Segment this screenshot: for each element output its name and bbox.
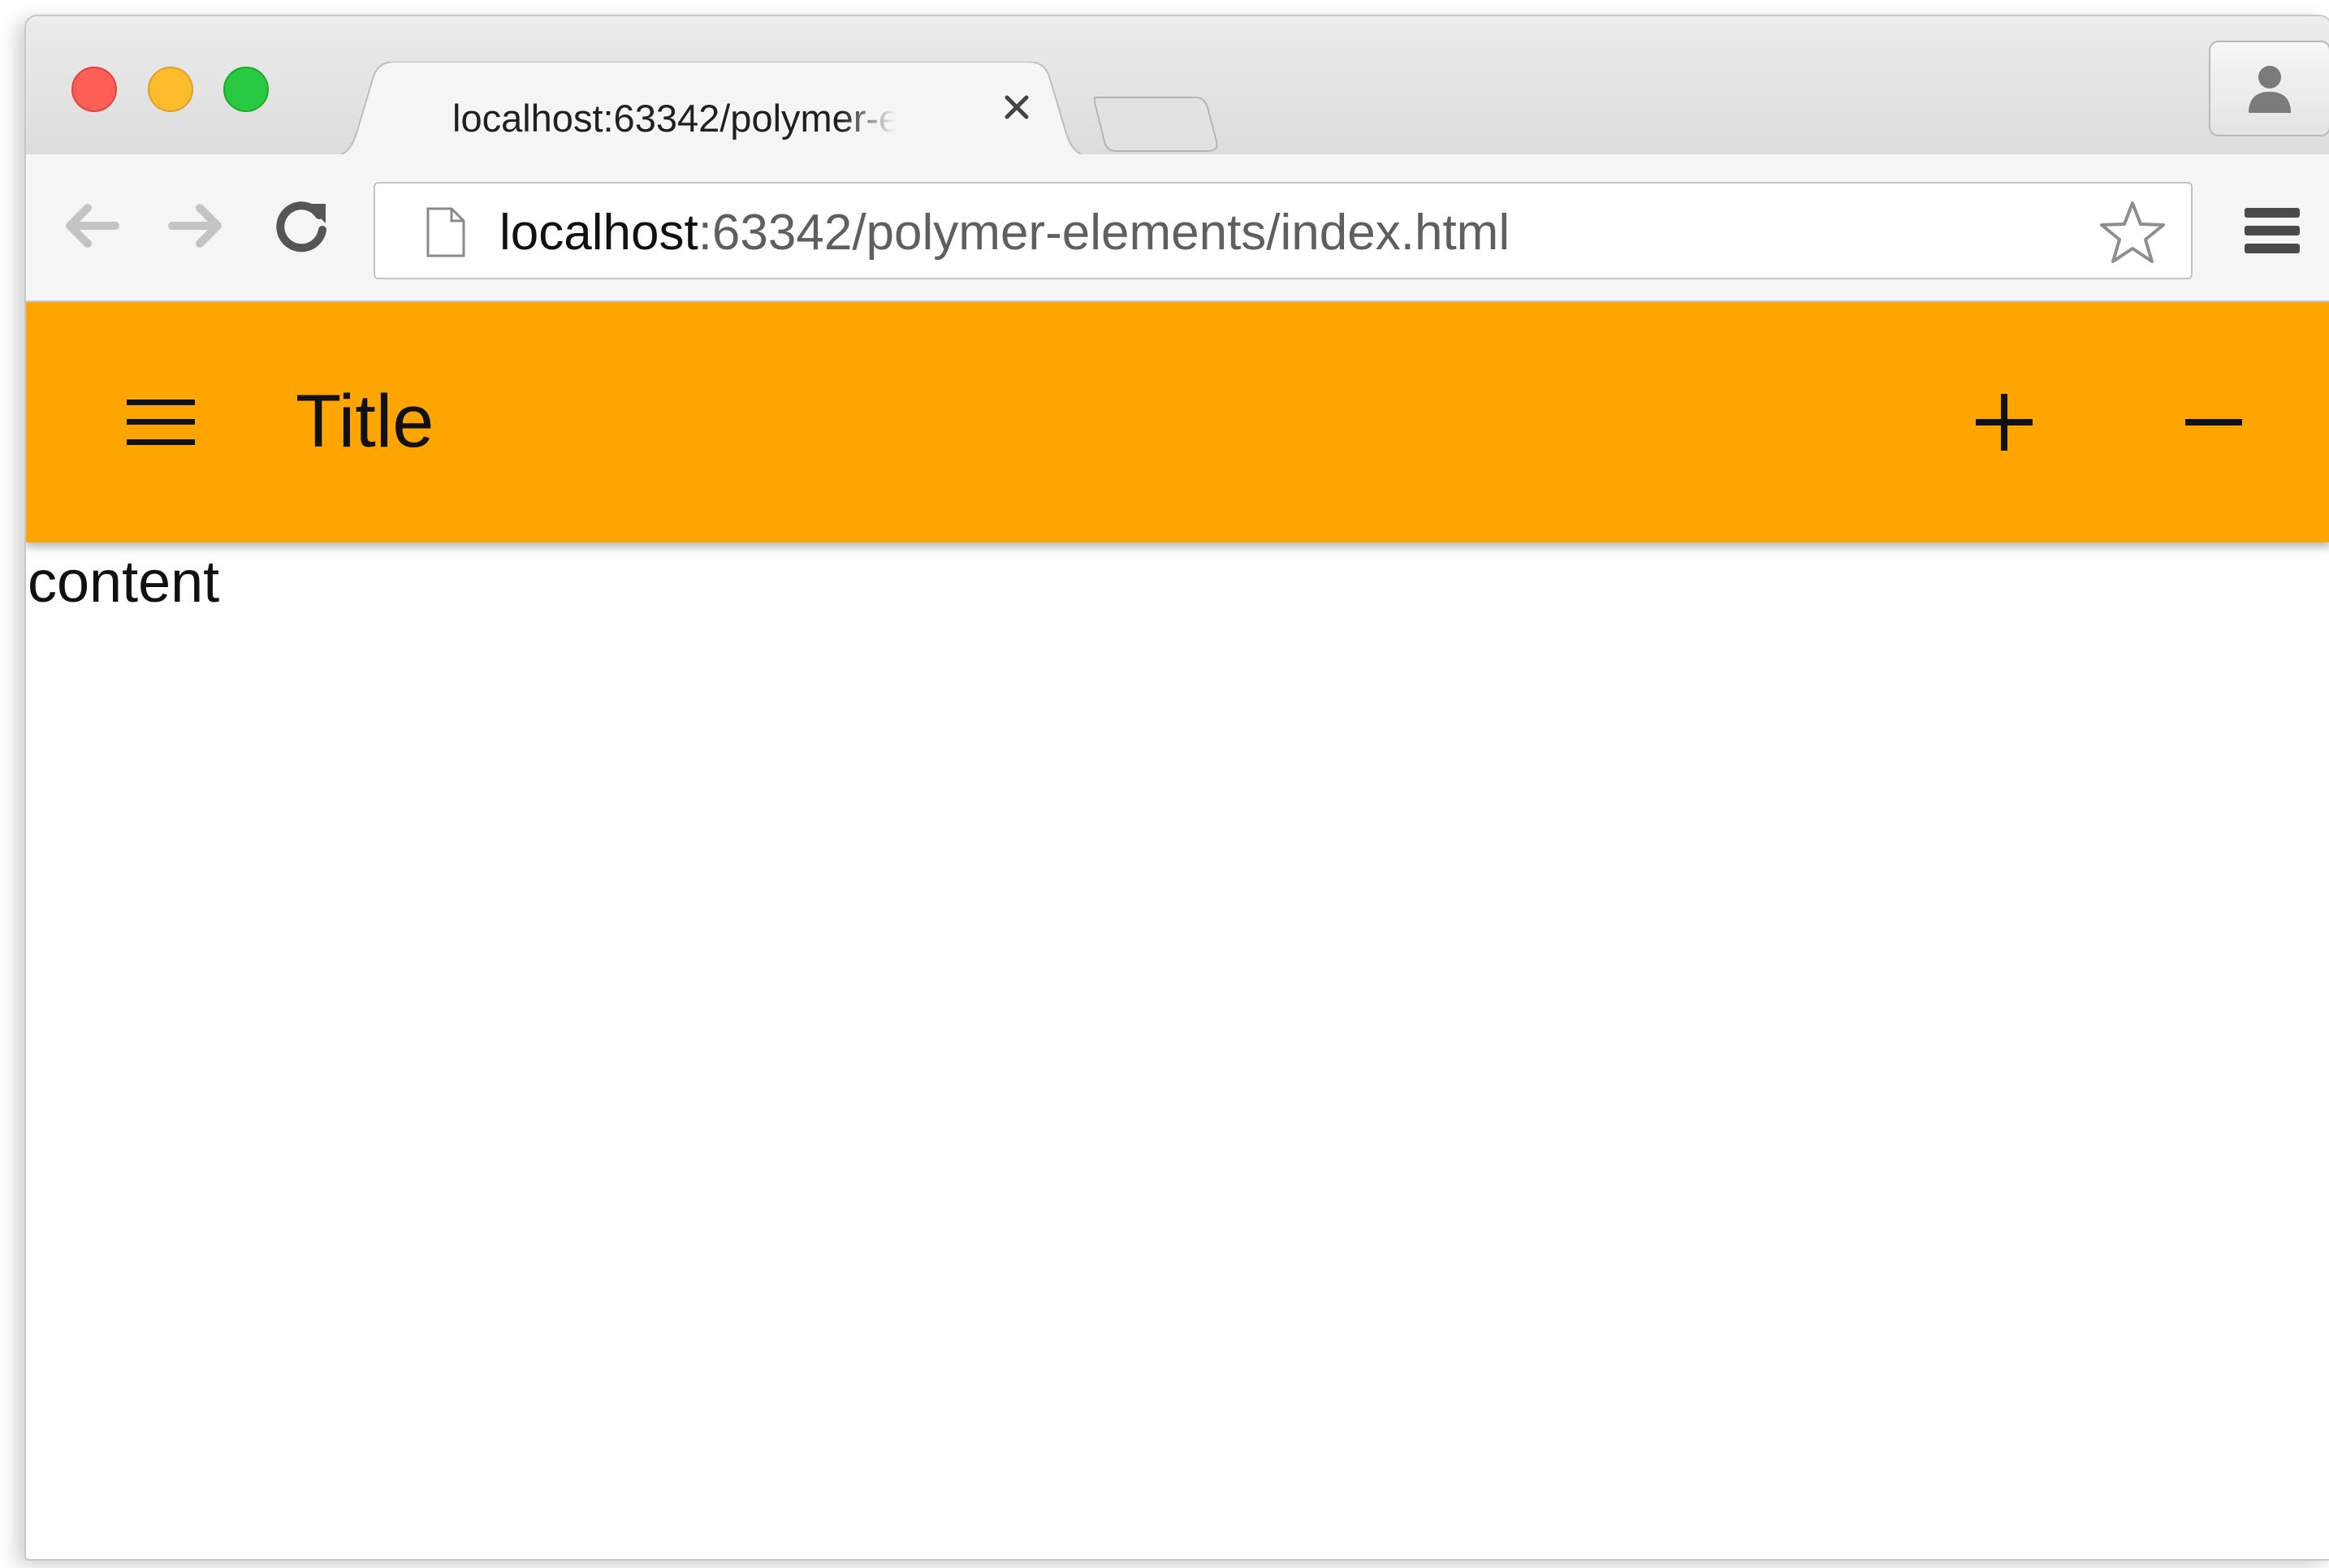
browser-menu-button[interactable] — [2241, 200, 2303, 261]
new-tab-button[interactable] — [1091, 93, 1221, 154]
zoom-window-button[interactable] — [223, 67, 269, 112]
browser-toolbar: localhost:63342/polymer-elements/index.h… — [26, 154, 2329, 302]
back-arrow-icon — [66, 204, 119, 248]
add-button[interactable] — [1965, 383, 2043, 461]
back-button[interactable] — [58, 193, 123, 258]
forward-button[interactable] — [164, 193, 229, 258]
minimize-window-button[interactable] — [148, 67, 193, 112]
hamburger-menu-icon — [2245, 208, 2300, 253]
person-icon — [2249, 66, 2291, 113]
close-window-button[interactable] — [71, 67, 117, 112]
star-icon[interactable] — [2098, 198, 2167, 266]
tab-strip: localhost:63342/polymer-elements/index.h… — [26, 16, 2329, 158]
url-host: localhost — [499, 205, 698, 261]
hamburger-menu-icon — [127, 400, 195, 445]
url-text[interactable]: localhost:63342/polymer-elements/index.h… — [499, 206, 1510, 260]
tab-active[interactable]: localhost:63342/polymer-elements/index.h… — [326, 62, 1096, 158]
forward-arrow-icon — [168, 204, 222, 248]
plus-icon — [1976, 394, 2033, 451]
reload-button[interactable] — [270, 193, 335, 258]
profile-button[interactable] — [2209, 41, 2329, 136]
address-bar[interactable]: localhost:63342/polymer-elements/index.h… — [374, 182, 2193, 279]
browser-window: localhost:63342/polymer-elements/index.h… — [24, 15, 2329, 1561]
tab-title: localhost:63342/polymer-elements/index.h… — [452, 97, 895, 140]
reload-icon — [276, 201, 326, 253]
app-toolbar: Title — [26, 302, 2329, 542]
close-icon[interactable] — [1002, 93, 1038, 128]
app-title: Title — [296, 380, 434, 463]
minus-icon — [2185, 419, 2242, 425]
web-page: Title content — [26, 302, 2329, 1559]
app-menu-button[interactable] — [122, 383, 200, 461]
content-text: content — [28, 550, 220, 615]
url-path: :63342/polymer-elements/index.html — [698, 205, 1510, 261]
remove-button[interactable] — [2175, 383, 2253, 461]
page-icon — [426, 207, 465, 257]
